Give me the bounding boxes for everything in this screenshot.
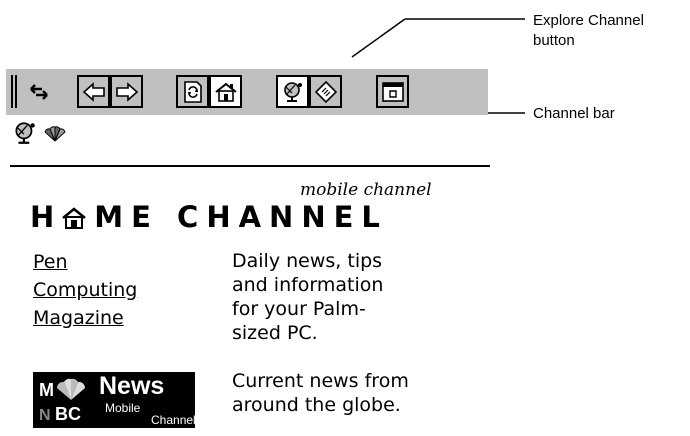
back-button[interactable] bbox=[77, 75, 110, 108]
home-channel-title: H ME CHANNEL bbox=[30, 200, 388, 234]
toolbar bbox=[6, 69, 488, 115]
forward-arrow-icon bbox=[115, 81, 138, 102]
msnbc-peacock-icon: M N BC bbox=[39, 378, 86, 424]
home-button[interactable] bbox=[209, 75, 242, 108]
svg-text:BC: BC bbox=[55, 404, 81, 424]
msnbc-peacock-icon[interactable] bbox=[42, 126, 68, 142]
refresh-icon bbox=[183, 80, 202, 103]
description-line: around the globe. bbox=[232, 394, 401, 416]
link-line[interactable]: Magazine bbox=[33, 304, 203, 332]
window-icon bbox=[381, 81, 404, 102]
svg-text:M: M bbox=[39, 380, 54, 400]
channel-bar bbox=[12, 120, 132, 150]
msnbc-description: Current news from around the globe. bbox=[232, 369, 452, 417]
forward-button[interactable] bbox=[110, 75, 143, 108]
globe-satellite-icon[interactable] bbox=[12, 120, 38, 146]
pen-computing-description: Daily news, tips and information for you… bbox=[232, 249, 452, 345]
svg-text:N: N bbox=[39, 407, 51, 424]
msnbc-news-text: News bbox=[99, 372, 165, 400]
channel-divider bbox=[10, 165, 490, 167]
channel-bar-callout: Channel bar bbox=[533, 105, 615, 122]
globe-satellite-icon bbox=[283, 81, 302, 102]
home-icon bbox=[214, 82, 237, 102]
description-line: and information bbox=[232, 274, 384, 296]
explore-callout-line bbox=[351, 18, 406, 58]
toggle-pane-button[interactable] bbox=[22, 75, 55, 108]
link-line[interactable]: Computing bbox=[33, 276, 203, 304]
explore-channel-button[interactable] bbox=[276, 75, 309, 108]
refresh-button[interactable] bbox=[176, 75, 209, 108]
mobile-channel-label: mobile channel bbox=[300, 180, 432, 200]
favorites-button[interactable] bbox=[309, 75, 342, 108]
home-channel-header: mobile channel H ME CHANNEL bbox=[30, 180, 450, 240]
home-icon bbox=[62, 207, 87, 229]
explore-channel-callout: Explore Channel button bbox=[533, 12, 644, 49]
swap-arrows-icon bbox=[29, 83, 48, 100]
link-line[interactable]: Pen bbox=[33, 248, 203, 276]
description-line: sized PC. bbox=[232, 322, 318, 344]
fullscreen-button[interactable] bbox=[376, 75, 409, 108]
toolbar-grip[interactable] bbox=[10, 75, 20, 108]
msnbc-channel-text: Channel bbox=[151, 413, 196, 427]
back-arrow-icon bbox=[82, 81, 105, 102]
tag-icon bbox=[314, 80, 337, 103]
home-channel-title-text: ME CHANNEL bbox=[94, 200, 388, 234]
description-line: for your Palm- bbox=[232, 298, 366, 320]
msnbc-mobile-text: Mobile bbox=[105, 401, 141, 415]
msnbc-news-logo[interactable]: M N BC News Mobile Channel bbox=[33, 372, 196, 428]
description-line: Daily news, tips bbox=[232, 250, 383, 272]
pen-computing-link[interactable]: Pen Computing Magazine bbox=[33, 248, 203, 332]
description-line: Current news from bbox=[232, 370, 409, 392]
